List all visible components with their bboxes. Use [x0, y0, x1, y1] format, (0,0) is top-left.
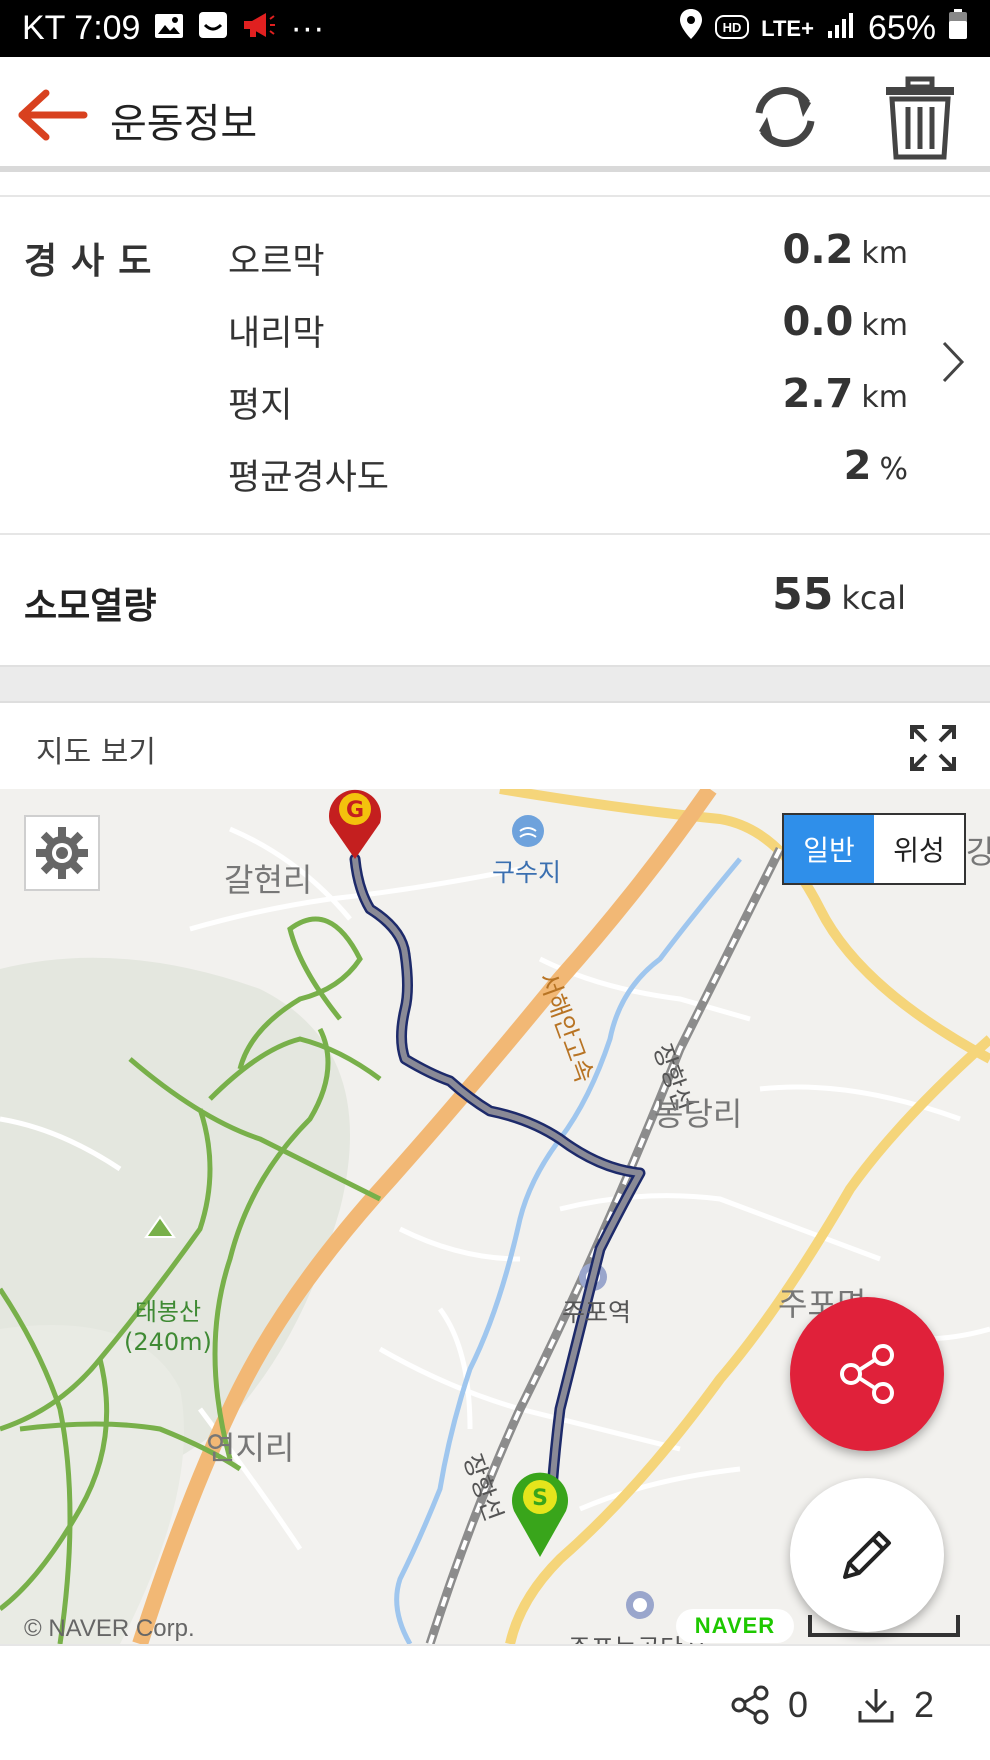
calories-number: 55	[772, 569, 834, 620]
map-label-gusuji: 구수지	[492, 858, 562, 887]
route-path	[352, 856, 643, 1520]
industrial-marker-center	[633, 1598, 647, 1612]
start-marker: S	[512, 1472, 569, 1557]
back-button[interactable]	[18, 87, 88, 143]
calories-section: 소모열량 55 kcal	[0, 537, 990, 667]
share-outline-icon	[731, 1685, 769, 1725]
download-icon	[858, 1689, 894, 1723]
status-left: KT 7:09 ···	[22, 9, 324, 48]
slope-label: 평지	[228, 386, 293, 426]
taebongsan-name: 태봉산	[134, 1298, 202, 1326]
trash-icon	[886, 76, 954, 160]
delete-button[interactable]	[880, 75, 960, 161]
slope-row-downhill: 내리막 0.0 km	[228, 297, 908, 357]
slope-value: 2.7 km	[783, 371, 908, 417]
share-count: 0	[788, 1684, 809, 1725]
fullscreen-button[interactable]	[908, 723, 958, 773]
map-header: 지도 보기	[0, 703, 990, 789]
map-label-yeonji: 연지리	[206, 1429, 295, 1467]
goal-marker: G	[328, 789, 382, 859]
download-count-button[interactable]: 2	[856, 1684, 934, 1726]
calories-label: 소모열량	[24, 586, 157, 627]
battery-percent: 65%	[867, 9, 936, 47]
image-icon	[154, 9, 184, 48]
status-right: HD LTE+ 65%	[679, 8, 968, 49]
section-divider	[0, 667, 990, 703]
carrier-time: KT 7:09	[22, 9, 141, 47]
slope-label: 오르막	[228, 242, 325, 282]
bottom-stats-bar: 0 2	[0, 1644, 990, 1760]
download-count: 2	[914, 1684, 935, 1725]
svg-text:HD: HD	[723, 20, 742, 35]
slope-value-unit: %	[879, 452, 908, 487]
map-settings-button[interactable]	[24, 815, 100, 891]
slope-value-unit: km	[861, 236, 908, 271]
map-header-title: 지도 보기	[36, 735, 156, 770]
slope-value: 0.0 km	[783, 299, 908, 345]
taebongsan-height: (240m)	[124, 1328, 212, 1356]
refresh-icon	[755, 87, 815, 147]
back-arrow-icon	[18, 89, 88, 141]
map-label-bongdang: 봉당리	[654, 1095, 743, 1133]
naver-logo: NAVER	[676, 1609, 794, 1643]
calories-unit: kcal	[841, 579, 906, 617]
map-type-satellite-button[interactable]: 위성	[874, 815, 964, 883]
map-type-toggle: 일반 위성	[782, 813, 966, 885]
map-label-jupo-station: 주포역	[562, 1298, 632, 1327]
slope-title: 경사도	[24, 241, 166, 282]
gear-icon	[36, 827, 88, 879]
share-icon	[840, 1344, 894, 1404]
megaphone-icon	[242, 9, 276, 48]
slope-row-flat: 평지 2.7 km	[228, 369, 908, 429]
map-label-edge: 강	[966, 833, 990, 871]
map-type-normal-button[interactable]: 일반	[784, 815, 874, 883]
slope-value: 2%	[844, 443, 908, 489]
slope-value-unit: km	[861, 380, 908, 415]
slope-value-number: 0.2	[782, 227, 854, 273]
reservoir-marker	[512, 815, 544, 847]
more-indicator: ···	[290, 9, 325, 47]
share-fab-button[interactable]	[790, 1297, 944, 1451]
chevron-right-icon[interactable]	[938, 337, 968, 387]
edit-fab-button[interactable]	[790, 1478, 944, 1632]
calories-value: 55 kcal	[772, 569, 906, 620]
hd-icon: HD	[715, 9, 750, 48]
slope-label: 평균경사도	[228, 458, 390, 498]
pencil-icon	[843, 1531, 891, 1579]
slope-value-number: 2	[843, 443, 872, 489]
map-label-taebongsan: 태봉산 (240m)	[124, 1297, 212, 1357]
signal-icon	[826, 9, 856, 48]
slope-row-uphill: 오르막 0.2 km	[228, 225, 908, 285]
network-type: LTE+	[761, 15, 814, 41]
status-bar: KT 7:09 ··· HD LTE+ 65%	[0, 0, 990, 57]
slope-label: 내리막	[228, 314, 325, 354]
start-marker-letter: S	[532, 1486, 548, 1511]
slope-value-number: 2.7	[782, 371, 854, 417]
route-outline	[349, 853, 646, 1523]
slope-section[interactable]: 경사도 오르막 0.2 km 내리막 0.0 km 평지 2.7 km 평균경사도 2…	[0, 195, 990, 535]
goal-marker-letter: G	[346, 798, 364, 823]
share-count-button[interactable]: 0	[730, 1684, 808, 1726]
battery-icon	[948, 8, 968, 49]
page-title: 운동정보	[110, 101, 258, 147]
slope-value: 0.2 km	[783, 227, 908, 273]
slope-row-average: 평균경사도 2%	[228, 441, 908, 501]
slope-value-number: 0.0	[782, 299, 854, 345]
app-bar: 운동정보	[0, 57, 990, 172]
expand-icon	[910, 725, 956, 771]
refresh-button[interactable]	[745, 77, 825, 157]
location-icon	[679, 8, 703, 49]
face-icon	[198, 9, 228, 48]
map-label-galhyeon: 갈현리	[224, 861, 313, 899]
slope-value-unit: km	[861, 308, 908, 343]
map-credit: © NAVER Corp.	[24, 1615, 195, 1642]
